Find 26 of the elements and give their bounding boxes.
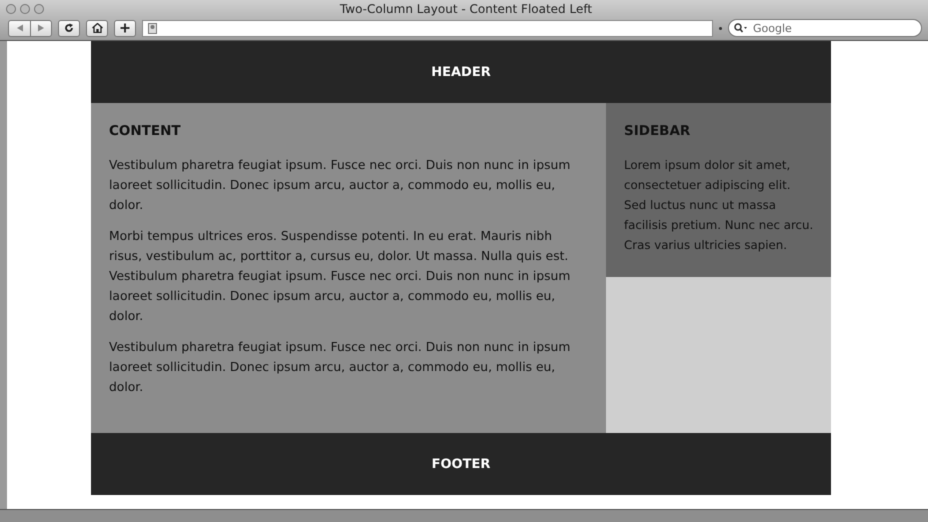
minimize-button[interactable] [20,4,30,14]
sidebar-paragraph: Lorem ipsum dolor sit amet, consectetuer adipiscing elit. Sed luctus nunc ut massa facilisis pretium. Nunc nec arcu. Cras varius ultricies sapien. [624,157,814,254]
forward-button[interactable] [30,20,52,36]
footer-label: FOOTER [432,456,490,472]
zoom-button[interactable] [34,4,44,14]
sidebar-heading: SIDEBAR [624,123,692,139]
body-paragraph: Vestibulum pharetra feugiat ipsum. Fusce nec orci. Duis non nunc in ipsum laoreet sollicitudin. Donec ipsum arcu, auctor a, commodo eu, mollis eu, dolor. [109,157,572,214]
body-paragraph: Morbi tempus ultrices eros. Suspendisse potenti. In eu erat. Mauris nibh risus, vestibulum ac, porttitor a, cursus eu, dolor. Ut massa. Nulla quis est. Vestibulum pharetra feugiat ipsum. Fusce nec orci. Duis non nunc in ipsum laoreet sollicitudin. Donec ipsum arcu, auctor a, commodo eu, mollis eu, dolor. [109,228,572,325]
page-icon [148,22,157,34]
address-field[interactable] [142,20,713,36]
back-button[interactable] [8,20,30,36]
body-paragraph: Vestibulum pharetra feugiat ipsum. Fusce nec orci. Duis non nunc in ipsum laoreet sollicitudin. Donec ipsum arcu, auctor a, commodo eu, mollis eu, dolor. [109,339,572,396]
reload-icon [64,23,74,33]
home-button[interactable] [86,20,108,36]
reload-button[interactable] [58,20,80,36]
search-field[interactable]: Google [728,19,922,37]
forward-arrow-icon [37,24,45,32]
header-label: HEADER [431,64,491,80]
window-title: Two-Column Layout - Content Floated Left [338,2,594,16]
back-arrow-icon [16,24,24,32]
close-button[interactable] [6,4,16,14]
home-icon [92,23,102,33]
content-heading: CONTENT [109,123,182,139]
search-icon [734,23,748,33]
add-bookmark-button[interactable] [114,20,136,36]
plus-icon [120,23,130,33]
